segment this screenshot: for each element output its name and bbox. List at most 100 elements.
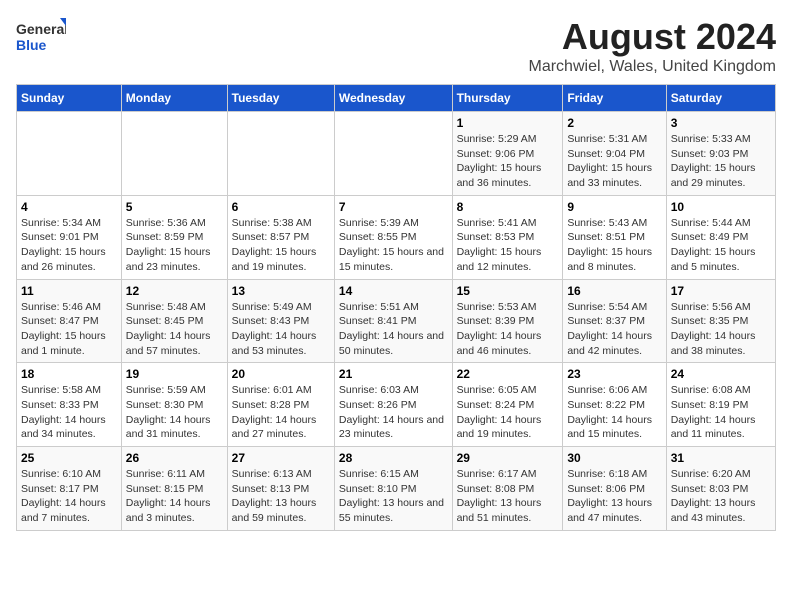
day-info: Sunrise: 6:18 AMSunset: 8:06 PMDaylight:…: [567, 467, 661, 526]
calendar-cell: 5 Sunrise: 5:36 AMSunset: 8:59 PMDayligh…: [121, 195, 227, 279]
calendar-cell: 11 Sunrise: 5:46 AMSunset: 8:47 PMDaylig…: [17, 279, 122, 363]
day-number: 25: [21, 451, 117, 465]
calendar-cell: 24 Sunrise: 6:08 AMSunset: 8:19 PMDaylig…: [666, 363, 775, 447]
day-number: 23: [567, 367, 661, 381]
svg-text:Blue: Blue: [16, 37, 47, 53]
calendar-cell: 3 Sunrise: 5:33 AMSunset: 9:03 PMDayligh…: [666, 112, 775, 196]
calendar-header-row: Sunday Monday Tuesday Wednesday Thursday…: [17, 85, 776, 112]
day-info: Sunrise: 6:03 AMSunset: 8:26 PMDaylight:…: [339, 383, 448, 442]
title-area: August 2024 Marchwiel, Wales, United Kin…: [529, 16, 777, 76]
day-number: 19: [126, 367, 223, 381]
calendar-week-row: 25 Sunrise: 6:10 AMSunset: 8:17 PMDaylig…: [17, 447, 776, 531]
calendar-cell: 2 Sunrise: 5:31 AMSunset: 9:04 PMDayligh…: [563, 112, 666, 196]
day-number: 18: [21, 367, 117, 381]
calendar-cell: [334, 112, 452, 196]
calendar-cell: 28 Sunrise: 6:15 AMSunset: 8:10 PMDaylig…: [334, 447, 452, 531]
day-info: Sunrise: 5:44 AMSunset: 8:49 PMDaylight:…: [671, 216, 771, 275]
calendar-cell: [121, 112, 227, 196]
logo: General Blue: [16, 16, 66, 60]
day-info: Sunrise: 5:56 AMSunset: 8:35 PMDaylight:…: [671, 300, 771, 359]
day-number: 2: [567, 116, 661, 130]
day-info: Sunrise: 5:33 AMSunset: 9:03 PMDaylight:…: [671, 132, 771, 191]
day-info: Sunrise: 5:29 AMSunset: 9:06 PMDaylight:…: [457, 132, 559, 191]
day-number: 3: [671, 116, 771, 130]
calendar-cell: 8 Sunrise: 5:41 AMSunset: 8:53 PMDayligh…: [452, 195, 563, 279]
day-info: Sunrise: 6:05 AMSunset: 8:24 PMDaylight:…: [457, 383, 559, 442]
day-number: 6: [232, 200, 330, 214]
calendar-cell: 18 Sunrise: 5:58 AMSunset: 8:33 PMDaylig…: [17, 363, 122, 447]
calendar-cell: 23 Sunrise: 6:06 AMSunset: 8:22 PMDaylig…: [563, 363, 666, 447]
day-info: Sunrise: 6:01 AMSunset: 8:28 PMDaylight:…: [232, 383, 330, 442]
logo-svg: General Blue: [16, 16, 66, 60]
day-number: 5: [126, 200, 223, 214]
day-info: Sunrise: 5:46 AMSunset: 8:47 PMDaylight:…: [21, 300, 117, 359]
day-number: 4: [21, 200, 117, 214]
day-info: Sunrise: 5:31 AMSunset: 9:04 PMDaylight:…: [567, 132, 661, 191]
day-number: 17: [671, 284, 771, 298]
day-info: Sunrise: 5:36 AMSunset: 8:59 PMDaylight:…: [126, 216, 223, 275]
calendar-cell: 13 Sunrise: 5:49 AMSunset: 8:43 PMDaylig…: [227, 279, 334, 363]
page-header: General Blue August 2024 Marchwiel, Wale…: [16, 16, 776, 76]
day-info: Sunrise: 5:54 AMSunset: 8:37 PMDaylight:…: [567, 300, 661, 359]
calendar-cell: 4 Sunrise: 5:34 AMSunset: 9:01 PMDayligh…: [17, 195, 122, 279]
day-info: Sunrise: 6:20 AMSunset: 8:03 PMDaylight:…: [671, 467, 771, 526]
day-number: 24: [671, 367, 771, 381]
day-number: 26: [126, 451, 223, 465]
day-info: Sunrise: 6:11 AMSunset: 8:15 PMDaylight:…: [126, 467, 223, 526]
calendar-cell: 12 Sunrise: 5:48 AMSunset: 8:45 PMDaylig…: [121, 279, 227, 363]
day-number: 27: [232, 451, 330, 465]
day-number: 8: [457, 200, 559, 214]
day-number: 14: [339, 284, 448, 298]
calendar-cell: 21 Sunrise: 6:03 AMSunset: 8:26 PMDaylig…: [334, 363, 452, 447]
day-info: Sunrise: 5:59 AMSunset: 8:30 PMDaylight:…: [126, 383, 223, 442]
calendar-cell: 20 Sunrise: 6:01 AMSunset: 8:28 PMDaylig…: [227, 363, 334, 447]
calendar-cell: [17, 112, 122, 196]
calendar-cell: 30 Sunrise: 6:18 AMSunset: 8:06 PMDaylig…: [563, 447, 666, 531]
day-info: Sunrise: 5:34 AMSunset: 9:01 PMDaylight:…: [21, 216, 117, 275]
day-info: Sunrise: 6:15 AMSunset: 8:10 PMDaylight:…: [339, 467, 448, 526]
calendar-cell: 29 Sunrise: 6:17 AMSunset: 8:08 PMDaylig…: [452, 447, 563, 531]
col-saturday: Saturday: [666, 85, 775, 112]
col-friday: Friday: [563, 85, 666, 112]
calendar-title: August 2024: [529, 16, 777, 58]
calendar-cell: 6 Sunrise: 5:38 AMSunset: 8:57 PMDayligh…: [227, 195, 334, 279]
day-number: 20: [232, 367, 330, 381]
day-number: 29: [457, 451, 559, 465]
calendar-cell: 10 Sunrise: 5:44 AMSunset: 8:49 PMDaylig…: [666, 195, 775, 279]
col-monday: Monday: [121, 85, 227, 112]
day-number: 11: [21, 284, 117, 298]
col-wednesday: Wednesday: [334, 85, 452, 112]
day-info: Sunrise: 5:41 AMSunset: 8:53 PMDaylight:…: [457, 216, 559, 275]
day-info: Sunrise: 6:13 AMSunset: 8:13 PMDaylight:…: [232, 467, 330, 526]
day-number: 28: [339, 451, 448, 465]
day-number: 7: [339, 200, 448, 214]
calendar-week-row: 11 Sunrise: 5:46 AMSunset: 8:47 PMDaylig…: [17, 279, 776, 363]
day-number: 30: [567, 451, 661, 465]
calendar-week-row: 18 Sunrise: 5:58 AMSunset: 8:33 PMDaylig…: [17, 363, 776, 447]
day-number: 12: [126, 284, 223, 298]
day-number: 10: [671, 200, 771, 214]
col-tuesday: Tuesday: [227, 85, 334, 112]
calendar-cell: 9 Sunrise: 5:43 AMSunset: 8:51 PMDayligh…: [563, 195, 666, 279]
day-info: Sunrise: 5:38 AMSunset: 8:57 PMDaylight:…: [232, 216, 330, 275]
day-info: Sunrise: 6:06 AMSunset: 8:22 PMDaylight:…: [567, 383, 661, 442]
day-number: 13: [232, 284, 330, 298]
calendar-week-row: 4 Sunrise: 5:34 AMSunset: 9:01 PMDayligh…: [17, 195, 776, 279]
day-number: 31: [671, 451, 771, 465]
day-info: Sunrise: 5:49 AMSunset: 8:43 PMDaylight:…: [232, 300, 330, 359]
day-number: 9: [567, 200, 661, 214]
svg-text:General: General: [16, 21, 66, 37]
calendar-table: Sunday Monday Tuesday Wednesday Thursday…: [16, 84, 776, 531]
calendar-week-row: 1 Sunrise: 5:29 AMSunset: 9:06 PMDayligh…: [17, 112, 776, 196]
day-info: Sunrise: 6:08 AMSunset: 8:19 PMDaylight:…: [671, 383, 771, 442]
day-info: Sunrise: 6:10 AMSunset: 8:17 PMDaylight:…: [21, 467, 117, 526]
calendar-cell: 25 Sunrise: 6:10 AMSunset: 8:17 PMDaylig…: [17, 447, 122, 531]
calendar-cell: 22 Sunrise: 6:05 AMSunset: 8:24 PMDaylig…: [452, 363, 563, 447]
calendar-subtitle: Marchwiel, Wales, United Kingdom: [529, 58, 777, 76]
day-info: Sunrise: 5:53 AMSunset: 8:39 PMDaylight:…: [457, 300, 559, 359]
day-info: Sunrise: 5:43 AMSunset: 8:51 PMDaylight:…: [567, 216, 661, 275]
day-number: 16: [567, 284, 661, 298]
day-info: Sunrise: 6:17 AMSunset: 8:08 PMDaylight:…: [457, 467, 559, 526]
calendar-cell: 7 Sunrise: 5:39 AMSunset: 8:55 PMDayligh…: [334, 195, 452, 279]
calendar-cell: 19 Sunrise: 5:59 AMSunset: 8:30 PMDaylig…: [121, 363, 227, 447]
